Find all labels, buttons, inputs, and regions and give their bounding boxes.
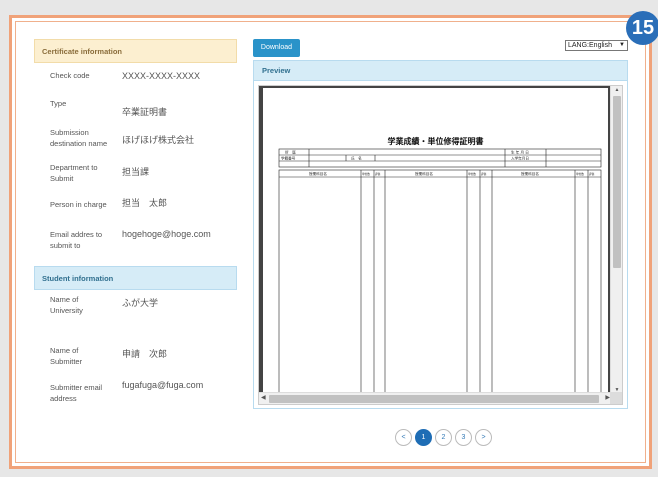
download-button[interactable]: Download <box>253 39 300 57</box>
pagination-page-3[interactable]: 3 <box>455 429 472 446</box>
scroll-up-arrow-icon[interactable]: ▲ <box>611 87 623 93</box>
chevron-down-icon: ▼ <box>619 42 625 48</box>
document-scroll-area[interactable]: 学業成績・単位修得証明書 所 属 生 年 月 日 学籍番号 氏 名 入学年月日 … <box>259 86 612 394</box>
info-row-submitter: Name of Submitter 申請 次郎 <box>34 341 237 377</box>
info-value: 担当 太郎 <box>122 198 168 208</box>
info-value: ふが大学 <box>122 298 159 308</box>
horizontal-scrollbar[interactable]: ◀ ▶ <box>259 392 612 404</box>
document-viewer[interactable]: 学業成績・単位修得証明書 所 属 生 年 月 日 学籍番号 氏 名 入学年月日 … <box>258 85 623 405</box>
info-label: Email addres to submit to <box>50 230 103 250</box>
col-credits: 単位数 <box>576 172 584 176</box>
info-label: Submitter email address <box>50 383 103 403</box>
language-select[interactable]: LANG:English ▼ <box>565 40 628 51</box>
info-value: hogehoge@hoge.com <box>122 229 211 239</box>
info-panel: Certificate information Check code XXXX-… <box>34 39 237 413</box>
info-label: Name of University <box>50 295 83 315</box>
field-name: 氏 名 <box>351 156 362 161</box>
col-subject: 授業科目名 <box>309 171 327 176</box>
info-row-submitter-email: Submitter email address fugafuga@fuga.co… <box>34 377 237 413</box>
info-row-type: Type 卒業証明書 <box>34 95 237 123</box>
col-grade: 評価 <box>589 172 595 176</box>
info-row-destination: Submission destination name ほげほげ株式会社 <box>34 123 237 159</box>
field-affiliation: 所 属 <box>285 150 296 155</box>
col-grade: 評価 <box>375 172 381 176</box>
info-label: Department to Submit <box>50 163 98 183</box>
grade-table-border <box>278 169 602 394</box>
field-enroll-date: 入学年月日 <box>511 156 529 161</box>
info-row-check-code: Check code XXXX-XXXX-XXXX <box>34 63 237 95</box>
vertical-scroll-thumb[interactable] <box>613 96 621 268</box>
horizontal-scroll-thumb[interactable] <box>269 395 599 403</box>
info-value: 卒業証明書 <box>122 107 168 117</box>
field-student-id: 学籍番号 <box>281 156 296 161</box>
pagination-prev-button[interactable]: < <box>395 429 412 446</box>
info-value: XXXX-XXXX-XXXX <box>122 71 201 81</box>
info-label: Submission destination name <box>50 128 108 148</box>
scrollbar-corner <box>610 392 622 404</box>
info-label: Name of Submitter <box>50 346 83 366</box>
field-birthdate: 生 年 月 日 <box>511 150 529 155</box>
info-row-university: Name of University ふが大学 <box>34 290 237 341</box>
certificate-section-header: Certificate information <box>34 39 237 63</box>
col-credits: 単位数 <box>468 172 476 176</box>
preview-header: Preview <box>254 61 627 81</box>
info-value: 申請 次郎 <box>122 349 168 359</box>
info-value: ほげほげ株式会社 <box>122 135 195 145</box>
info-value: 担当課 <box>122 167 150 177</box>
info-value: fugafuga@fuga.com <box>122 380 204 390</box>
info-row-department: Department to Submit 担当課 <box>34 159 237 193</box>
info-label: Person in charge <box>50 200 107 209</box>
info-label: Type <box>50 99 67 108</box>
pagination-page-2[interactable]: 2 <box>435 429 452 446</box>
transcript-table: 所 属 生 年 月 日 学籍番号 氏 名 入学年月日 授業科目名 単位数 評価 … <box>278 148 602 394</box>
scroll-left-arrow-icon[interactable]: ◀ <box>261 394 266 401</box>
language-select-value: LANG:English <box>568 42 612 49</box>
step-badge: 15 <box>626 11 658 45</box>
col-grade: 評価 <box>481 172 487 176</box>
pagination-next-button[interactable]: > <box>475 429 492 446</box>
preview-panel: Preview 学業成績・単位修得証明書 所 属 生 年 月 日 学籍番号 氏 … <box>253 60 628 409</box>
col-subject: 授業科目名 <box>521 171 539 176</box>
info-row-email: Email addres to submit to hogehoge@hoge.… <box>34 225 237 266</box>
info-row-person: Person in charge 担当 太郎 <box>34 193 237 225</box>
pagination-page-1[interactable]: 1 <box>415 429 432 446</box>
student-section-header: Student information <box>34 266 237 290</box>
info-label: Check code <box>50 71 90 80</box>
document-page: 学業成績・単位修得証明書 所 属 生 年 月 日 学籍番号 氏 名 入学年月日 … <box>263 88 608 394</box>
col-subject: 授業科目名 <box>415 171 433 176</box>
vertical-scrollbar[interactable]: ▲ ▼ <box>610 86 622 394</box>
info-block-border <box>278 148 602 168</box>
col-credits: 単位数 <box>362 172 370 176</box>
